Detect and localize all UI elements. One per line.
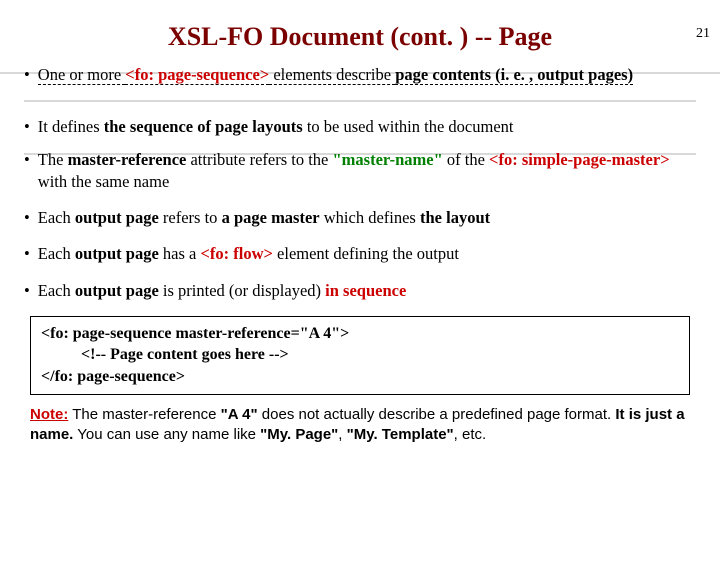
xml-tag: <fo: flow>: [201, 244, 273, 263]
text: , etc.: [454, 426, 487, 443]
bullet-text: Each output page is printed (or displaye…: [38, 280, 696, 302]
emphasis-text: "A 4": [221, 406, 258, 423]
example-name: "My. Page": [260, 426, 338, 443]
note-label: Note:: [30, 406, 68, 423]
bullet-item: • The master-reference attribute refers …: [24, 149, 696, 194]
text: which defines: [320, 208, 420, 227]
bullet-text: It defines the sequence of page layouts …: [38, 116, 696, 138]
text: It defines: [38, 117, 104, 136]
text: does not actually describe a predefined …: [258, 406, 616, 423]
bullet-text: The master-reference attribute refers to…: [38, 149, 696, 194]
text: to be used within the document: [303, 117, 514, 136]
text: has a: [159, 244, 201, 263]
example-name: "My. Template": [347, 426, 454, 443]
bullet-text: Each output page refers to a page master…: [38, 207, 696, 229]
bullet-text: One or more <fo: page-sequence> elements…: [38, 64, 696, 86]
text: The: [38, 150, 68, 169]
text: refers to: [159, 208, 222, 227]
code-line: </fo: page-sequence>: [41, 368, 185, 385]
text: Each: [38, 281, 75, 300]
text: Each: [38, 208, 75, 227]
text: is printed (or displayed): [159, 281, 325, 300]
bullet-item: • Each output page has a <fo: flow> elem…: [24, 243, 696, 265]
bullet-dot: •: [24, 64, 30, 86]
text: with the same name: [38, 172, 170, 191]
emphasis-text: the layout: [420, 208, 490, 227]
attribute-value: "master-name": [333, 150, 443, 169]
emphasis-text: page contents (i. e. , output pages): [395, 65, 633, 85]
bullet-dot: •: [24, 243, 30, 265]
emphasis-text: output page: [75, 244, 159, 263]
code-line: <!-- Page content goes here -->: [41, 344, 679, 366]
bullet-dot: •: [24, 116, 30, 138]
text: elements describe: [269, 65, 395, 85]
emphasis-text: output page: [75, 281, 159, 300]
note-text: Note: The master-reference "A 4" does no…: [30, 405, 690, 446]
text: The master-reference: [68, 406, 220, 423]
emphasis-text: output page: [75, 208, 159, 227]
text: attribute refers to the: [186, 150, 332, 169]
text: element defining the output: [273, 244, 459, 263]
bullet-item: • Each output page is printed (or displa…: [24, 280, 696, 302]
divider: [24, 100, 696, 102]
bullet-dot: •: [24, 149, 30, 194]
text: You can use any name like: [73, 426, 260, 443]
bullet-text: Each output page has a <fo: flow> elemen…: [38, 243, 696, 265]
code-text: <fo: page-sequence: [41, 325, 175, 342]
emphasis-text: in sequence: [325, 281, 406, 300]
page-number: 21: [696, 26, 710, 42]
text: Each: [38, 244, 75, 263]
emphasis-text: the sequence of page layouts: [104, 117, 303, 136]
code-snippet: <fo: page-sequence master-reference="A 4…: [30, 316, 690, 395]
xml-tag: <fo: page-sequence>: [125, 65, 269, 85]
page-title: XSL-FO Document (cont. ) -- Page: [0, 22, 720, 52]
code-attr: master-reference="A 4">: [175, 325, 349, 342]
bullet-list: • One or more <fo: page-sequence> elemen…: [0, 64, 720, 302]
bullet-item: • One or more <fo: page-sequence> elemen…: [24, 64, 696, 86]
bullet-item: • It defines the sequence of page layout…: [24, 116, 696, 138]
text: of the: [443, 150, 489, 169]
text: One or more: [38, 65, 126, 85]
emphasis-text: a page master: [222, 208, 320, 227]
code-line: <fo: page-sequence master-reference="A 4…: [41, 325, 349, 342]
bullet-dot: •: [24, 207, 30, 229]
bullet-dot: •: [24, 280, 30, 302]
bullet-item: • Each output page refers to a page mast…: [24, 207, 696, 229]
xml-tag: <fo: simple-page-master>: [489, 150, 670, 169]
text: ,: [338, 426, 346, 443]
attribute-name: master-reference: [68, 150, 187, 169]
